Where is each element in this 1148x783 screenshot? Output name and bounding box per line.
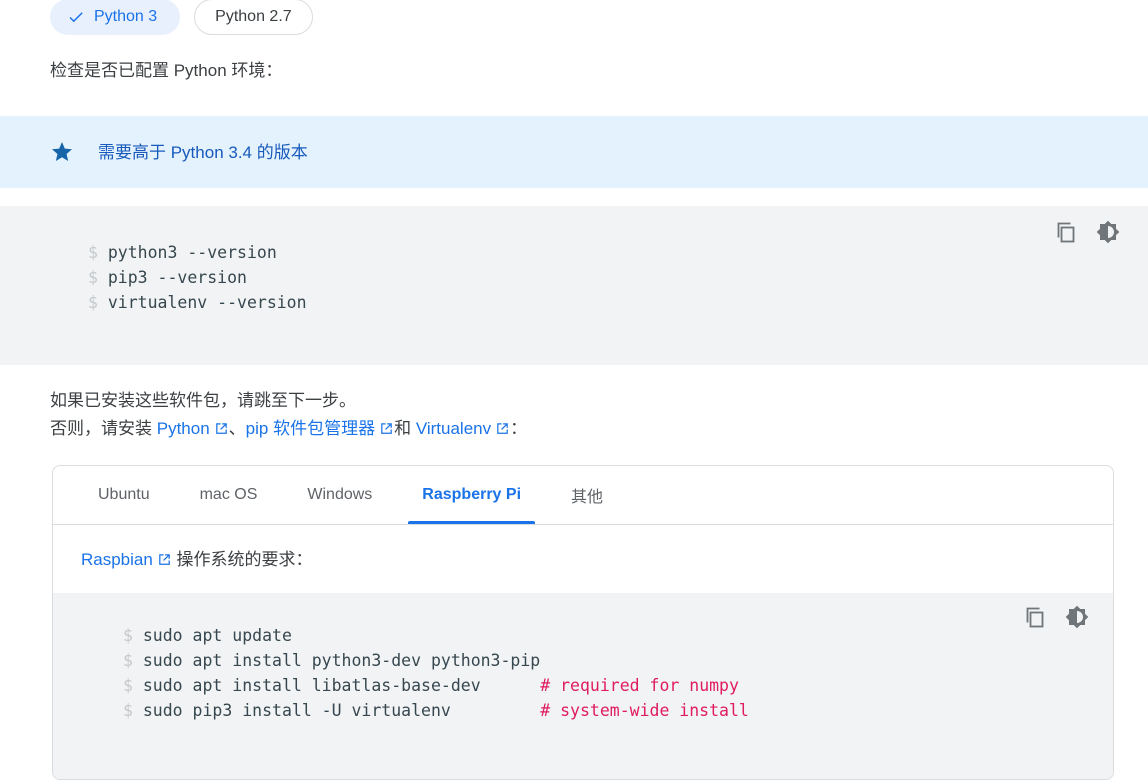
tab-raspberry-pi[interactable]: Raspberry Pi	[397, 466, 546, 524]
chip-python-3-label: Python 3	[94, 8, 158, 25]
code-line-1: python3 --version	[107, 243, 277, 262]
brightness-icon[interactable]	[1096, 220, 1120, 244]
code-line-3-comment: # required for numpy	[540, 675, 739, 695]
install-prefix-text: 否则，请安装	[50, 419, 157, 438]
paragraph-suffix: ：	[510, 419, 528, 438]
tab-other[interactable]: 其他	[546, 466, 628, 524]
code-block-2-actions	[1023, 605, 1089, 629]
link-virtualenv-label: Virtualenv	[415, 419, 492, 438]
code-block-check-versions: $ python3 --version $ pip3 --version $ v…	[0, 206, 1148, 365]
tab-ubuntu[interactable]: Ubuntu	[73, 466, 175, 524]
install-instructions-line-2: 否则，请安装 Python 、pip 软件包管理器和 Virtualenv ：	[50, 415, 1098, 443]
code-block-2-content: $ sudo apt update $ sudo apt install pyt…	[53, 623, 1113, 723]
tab-mac-os[interactable]: mac OS	[175, 466, 283, 524]
link-python[interactable]: Python	[157, 419, 229, 438]
code-line-2: sudo apt install python3-dev python3-pip	[142, 650, 541, 670]
link-python-label: Python	[156, 419, 210, 438]
chip-python-27-label: Python 2.7	[215, 8, 292, 25]
copy-icon[interactable]	[1023, 605, 1047, 629]
external-link-icon	[495, 417, 510, 434]
link-pip-label: pip 软件包管理器	[245, 419, 376, 438]
tab-ubuntu-label: Ubuntu	[98, 486, 150, 503]
os-tab-bar: Ubuntu mac OS Windows Raspberry Pi 其他	[53, 466, 1113, 525]
external-link-icon	[379, 417, 394, 434]
python-version-chip-group: Python 3 Python 2.7	[0, 0, 1148, 51]
external-link-icon	[214, 417, 229, 434]
star-icon	[50, 140, 74, 164]
separator-2: 和	[394, 419, 416, 438]
link-raspbian[interactable]: Raspbian	[81, 550, 172, 569]
link-pip[interactable]: pip 软件包管理器	[246, 419, 394, 438]
tab-mac-os-label: mac OS	[199, 486, 258, 503]
note-callout: 需要高于 Python 3.4 的版本	[0, 116, 1148, 188]
shell-prompt: $	[123, 625, 133, 645]
code-line-1: sudo apt update	[142, 625, 292, 645]
chip-python-27[interactable]: Python 2.7	[194, 0, 313, 35]
brightness-icon[interactable]	[1065, 605, 1089, 629]
os-tabs-card: Ubuntu mac OS Windows Raspberry Pi 其他 Ra…	[52, 465, 1114, 780]
shell-prompt: $	[88, 243, 98, 262]
install-instructions-paragraph: 如果已安装这些软件包，请跳至下一步。 否则，请安装 Python 、pip 软件包…	[0, 365, 1148, 443]
code-line-4-comment: # system-wide install	[540, 700, 749, 720]
code-line-3: sudo apt install libatlas-base-dev	[142, 675, 481, 695]
code-block-1-content: $ python3 --version $ pip3 --version $ v…	[0, 240, 1148, 315]
tab-other-label: 其他	[571, 489, 604, 506]
chip-python-3[interactable]: Python 3	[50, 0, 181, 35]
shell-prompt: $	[88, 293, 98, 312]
external-link-icon	[157, 549, 172, 565]
code-line-2: pip3 --version	[107, 268, 247, 287]
intro-paragraph: 检查是否已配置 Python 环境：	[50, 61, 283, 80]
raspbian-requirement-line: Raspbian 操作系统的要求：	[53, 525, 1113, 593]
os-tab-panel: Raspbian 操作系统的要求： $ sudo apt update $ su…	[53, 525, 1113, 779]
tab-raspberry-pi-label: Raspberry Pi	[422, 486, 522, 503]
code-line-4: sudo pip3 install -U virtualenv	[142, 700, 451, 720]
code-block-1-actions	[1054, 220, 1120, 244]
raspbian-requirement-text: 操作系统的要求：	[171, 550, 313, 569]
separator-1: 、	[228, 419, 246, 438]
copy-icon[interactable]	[1054, 220, 1078, 244]
shell-prompt: $	[123, 675, 133, 695]
code-line-3: virtualenv --version	[107, 293, 307, 312]
link-raspbian-label: Raspbian	[81, 550, 153, 569]
link-virtualenv[interactable]: Virtualenv	[416, 419, 510, 438]
code-block-raspberry-pi-install: $ sudo apt update $ sudo apt install pyt…	[53, 592, 1113, 779]
shell-prompt: $	[123, 700, 133, 720]
shell-prompt: $	[88, 268, 98, 287]
shell-prompt: $	[123, 650, 133, 670]
tab-windows-label: Windows	[307, 486, 373, 503]
check-icon	[67, 8, 85, 26]
note-callout-text: 需要高于 Python 3.4 的版本	[98, 142, 308, 162]
install-instructions-line-1: 如果已安装这些软件包，请跳至下一步。	[50, 391, 356, 410]
tab-windows[interactable]: Windows	[282, 466, 397, 524]
